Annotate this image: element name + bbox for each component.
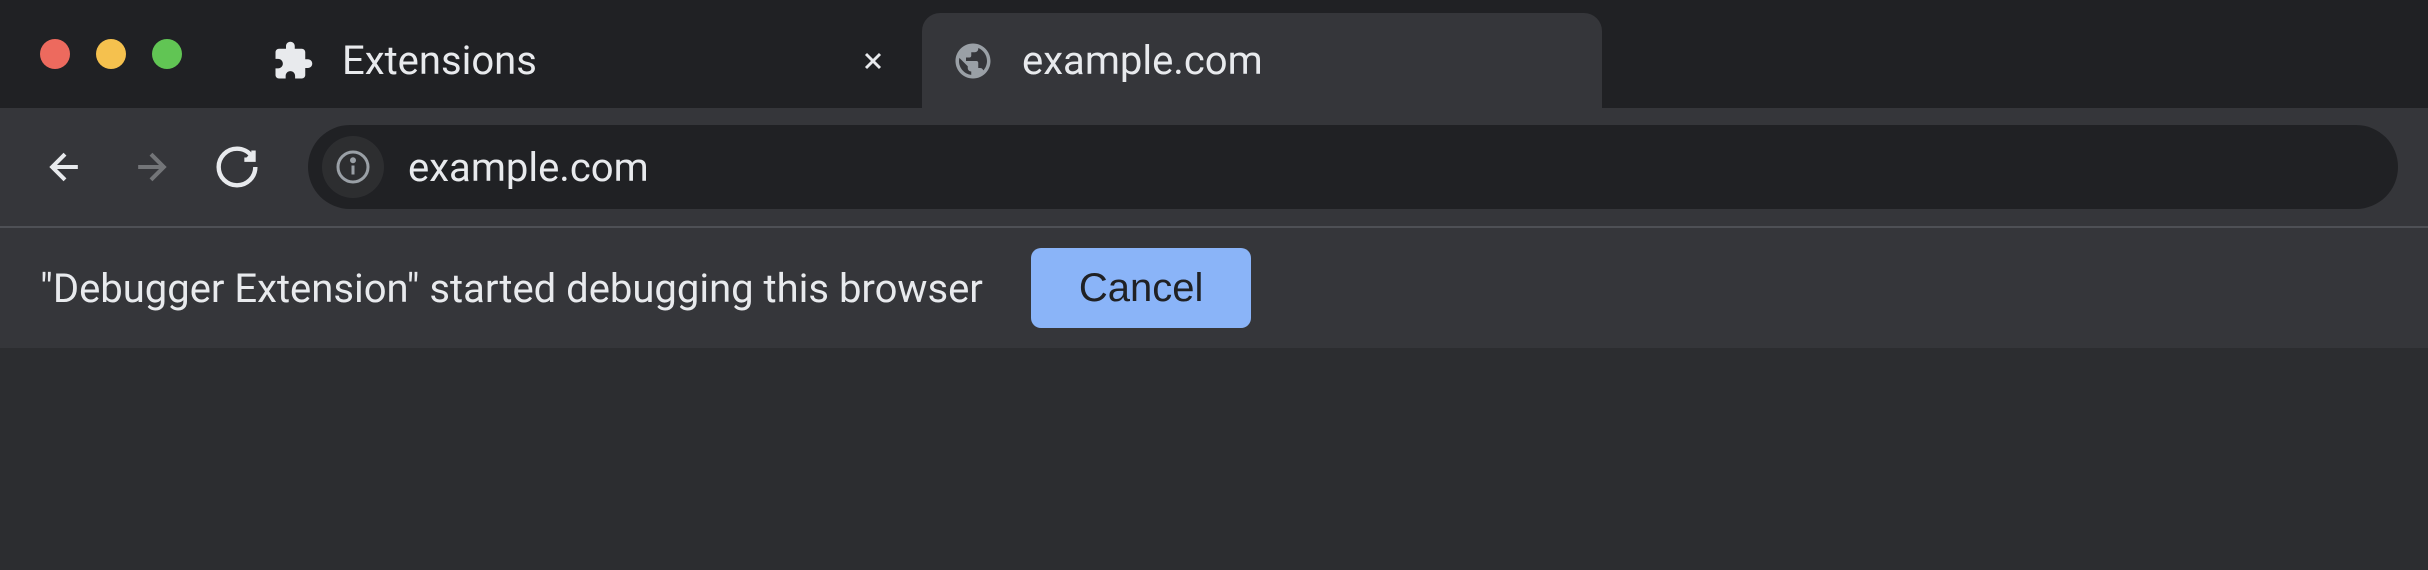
- window-minimize-button[interactable]: [96, 39, 126, 69]
- tabs-container: Extensions example.com: [242, 0, 1602, 108]
- window-close-button[interactable]: [40, 39, 70, 69]
- window-maximize-button[interactable]: [152, 39, 182, 69]
- url-text: example.com: [408, 144, 2384, 191]
- globe-icon: [952, 40, 994, 82]
- tab-title: Extensions: [342, 37, 826, 84]
- cancel-button[interactable]: Cancel: [1031, 248, 1252, 328]
- tab-title: example.com: [1022, 37, 1572, 84]
- tab-extensions[interactable]: Extensions: [242, 13, 922, 108]
- forward-button[interactable]: [116, 132, 186, 202]
- infobar-message: "Debugger Extension" started debugging t…: [40, 265, 983, 312]
- address-bar[interactable]: example.com: [308, 125, 2398, 209]
- tab-close-button[interactable]: [854, 42, 892, 80]
- window-controls: [40, 39, 182, 69]
- tab-strip: Extensions example.com: [0, 0, 2428, 108]
- reload-button[interactable]: [202, 132, 272, 202]
- tab-example-com[interactable]: example.com: [922, 13, 1602, 108]
- back-button[interactable]: [30, 132, 100, 202]
- puzzle-icon: [272, 40, 314, 82]
- toolbar: example.com: [0, 108, 2428, 228]
- site-info-button[interactable]: [322, 136, 384, 198]
- debugger-infobar: "Debugger Extension" started debugging t…: [0, 228, 2428, 348]
